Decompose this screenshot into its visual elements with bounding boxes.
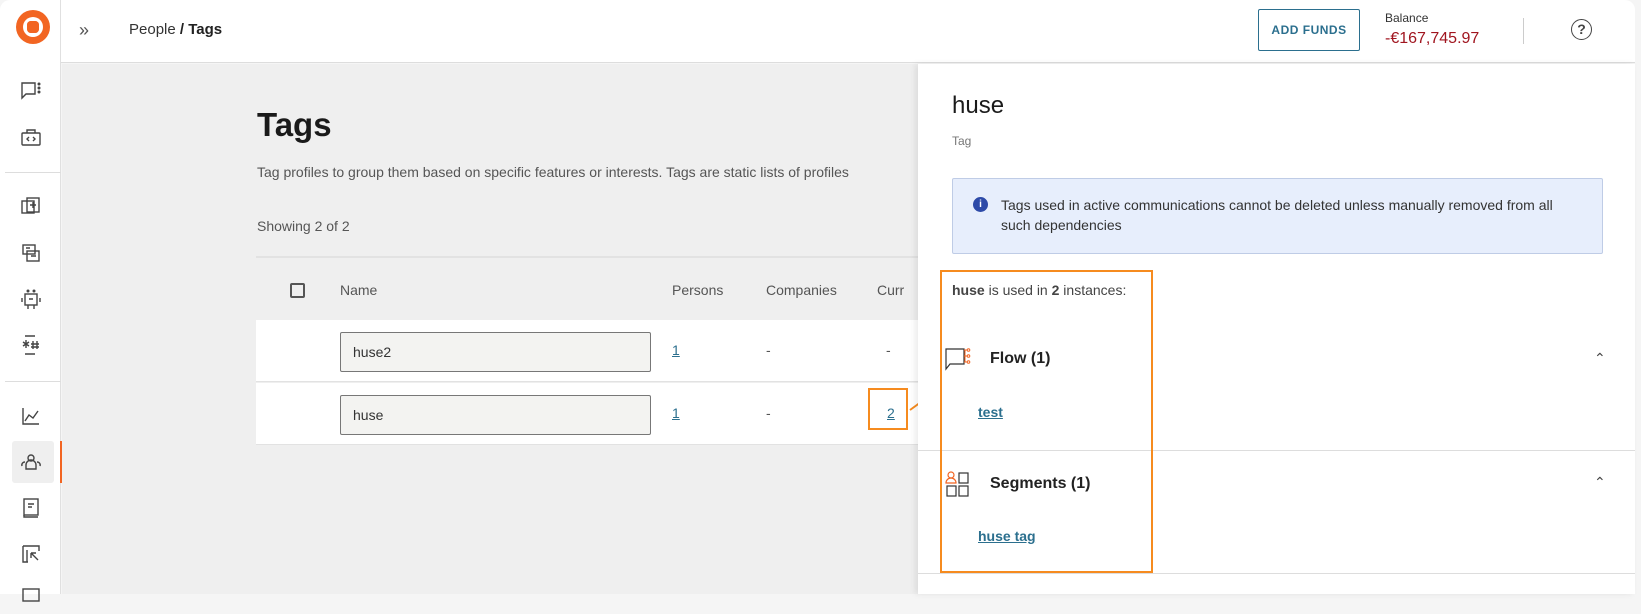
breadcrumb: People / Tags xyxy=(129,21,222,38)
breadcrumb-people[interactable]: People xyxy=(129,21,176,38)
add-funds-button[interactable]: ADD FUNDS xyxy=(1258,9,1360,51)
section-divider xyxy=(918,573,1635,574)
table-row: 1 - 2 xyxy=(256,383,918,445)
sidebar-divider xyxy=(5,172,61,173)
highlight-box xyxy=(868,388,908,430)
panel-subtitle: Tag xyxy=(952,134,972,148)
keywords-icon[interactable] xyxy=(20,334,42,356)
select-all-checkbox[interactable] xyxy=(290,283,305,298)
panel-title: huse xyxy=(952,92,1005,119)
page-description: Tag profiles to group them based on spec… xyxy=(257,164,849,180)
chevron-up-icon[interactable]: ⌃ xyxy=(1594,350,1606,367)
persons-link[interactable]: 1 xyxy=(672,405,680,421)
code-icon[interactable] xyxy=(20,126,42,148)
more-icon[interactable] xyxy=(20,587,42,609)
tag-detail-panel: huse Tag i Tags used in active communica… xyxy=(918,64,1635,594)
sidebar-divider xyxy=(5,381,61,382)
page-title: Tags xyxy=(257,106,332,143)
bot-icon[interactable] xyxy=(20,289,42,311)
highlight-box xyxy=(940,270,1153,573)
column-persons[interactable]: Persons xyxy=(672,282,723,298)
showing-count: Showing 2 of 2 xyxy=(257,218,350,234)
column-companies[interactable]: Companies xyxy=(766,282,837,298)
analytics-icon[interactable] xyxy=(20,405,42,427)
table-row: 1 - - xyxy=(256,320,918,382)
balance-value: -€167,745.97 xyxy=(1385,30,1480,47)
sidebar xyxy=(0,0,62,602)
balance-label: Balance xyxy=(1385,11,1429,25)
tag-name-input[interactable] xyxy=(340,395,651,435)
import-icon[interactable] xyxy=(20,543,42,565)
info-icon: i xyxy=(973,197,988,212)
tags-table: Name Persons Companies Curr 1 - - 1 - 2 xyxy=(256,256,918,446)
companies-value: - xyxy=(766,405,771,421)
chevron-up-icon[interactable]: ⌃ xyxy=(1594,474,1606,491)
breadcrumb-current: Tags xyxy=(188,21,223,38)
companies-value: - xyxy=(766,342,771,358)
templates-icon[interactable] xyxy=(20,196,42,218)
info-banner: i Tags used in active communications can… xyxy=(952,178,1603,254)
chat-icon[interactable] xyxy=(20,80,42,102)
people-icon[interactable] xyxy=(20,451,42,473)
column-current[interactable]: Curr xyxy=(877,282,904,298)
column-name[interactable]: Name xyxy=(340,282,377,298)
header-divider xyxy=(1523,18,1524,44)
persons-link[interactable]: 1 xyxy=(672,342,680,358)
table-header: Name Persons Companies Curr xyxy=(256,256,918,320)
logo[interactable] xyxy=(16,10,50,44)
book-icon[interactable] xyxy=(20,497,42,519)
top-bar: » People / Tags ADD FUNDS Balance -€167,… xyxy=(61,0,1635,63)
forms-icon[interactable] xyxy=(20,242,42,264)
tag-name-input[interactable] xyxy=(340,332,651,372)
expand-sidebar-icon[interactable]: » xyxy=(79,20,89,41)
info-text: Tags used in active communications canno… xyxy=(1001,197,1553,233)
breadcrumb-separator: / xyxy=(175,21,189,38)
help-icon[interactable]: ? xyxy=(1571,19,1592,40)
current-value: - xyxy=(886,342,891,358)
